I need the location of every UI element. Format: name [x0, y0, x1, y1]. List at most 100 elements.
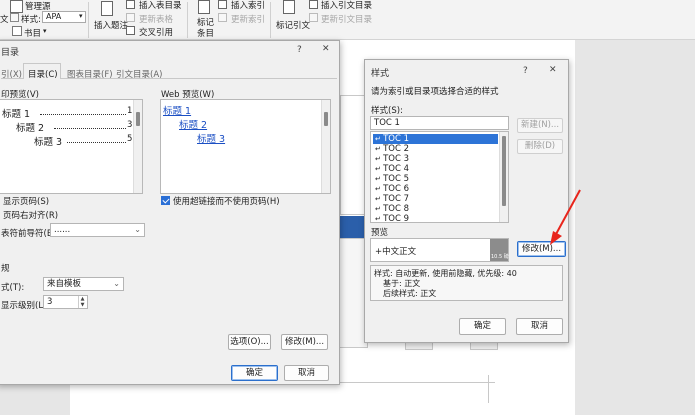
- style-list-item[interactable]: ↵ TOC 9: [373, 214, 498, 224]
- paragraph-style-icon: ↵: [375, 205, 384, 213]
- update-authorities-icon: [309, 13, 318, 22]
- style-cancel-button[interactable]: 取消: [516, 318, 563, 335]
- paragraph-style-icon: ↵: [375, 215, 384, 223]
- paragraph-style-icon: ↵: [375, 175, 384, 183]
- insert-table-of-authorities-button[interactable]: 插入引文目录: [321, 0, 372, 11]
- bibliography-chevron-icon[interactable]: ▾: [43, 27, 47, 35]
- paragraph-style-icon: ↵: [375, 195, 384, 203]
- ribbon-separator: [270, 2, 271, 38]
- toc-ok-button[interactable]: 确定: [231, 365, 278, 381]
- close-icon[interactable]: ✕: [322, 44, 330, 54]
- close-icon[interactable]: ✕: [549, 65, 557, 75]
- print-preview-scrollbar[interactable]: [133, 100, 142, 193]
- scroll-thumb[interactable]: [324, 112, 328, 126]
- delete-style-button[interactable]: 删除(D): [517, 139, 563, 154]
- formats-value: 来自模板: [47, 279, 82, 289]
- tab-table-of-authorities[interactable]: 引文目录(A): [116, 68, 162, 80]
- style-icon: [10, 13, 19, 22]
- toc-modify-button[interactable]: 修改(M)...: [281, 334, 328, 350]
- preview-size-swatch: 10.5 磅: [490, 239, 509, 261]
- web-preview-link: 标题 1: [163, 106, 192, 117]
- style-list-item[interactable]: ↵ TOC 4: [373, 164, 498, 174]
- bibliography-button[interactable]: 书目: [24, 27, 41, 39]
- tab-index[interactable]: 引(X): [1, 68, 22, 80]
- style-list-item[interactable]: ↵ TOC 7: [373, 194, 498, 204]
- update-table-of-authorities-button[interactable]: 更新引文目录: [321, 13, 372, 25]
- style-list-item[interactable]: ↵ TOC 3: [373, 154, 498, 164]
- web-preview-box: 标题 1 标题 2 标题 3: [160, 99, 331, 194]
- tab-table-of-figures[interactable]: 图表目录(F): [67, 68, 113, 80]
- tab-leader-value: ......: [54, 225, 71, 235]
- ribbon: 管理源 文 样式: APA ▾ 书目 ▾ 插入题注 插入表目录 更新表格 交叉引…: [0, 0, 695, 40]
- table-of-authorities-icon: [309, 0, 318, 9]
- page-margin-line: [488, 375, 489, 403]
- update-index-button[interactable]: 更新索引: [231, 13, 265, 25]
- web-preview-scrollbar[interactable]: [321, 100, 330, 193]
- citation-style-label: 样式:: [21, 15, 41, 25]
- toc-dialog: 目录 ? ✕ 引(X) 目录(C) 图表目录(F) 引文目录(A) 印预览(V)…: [0, 40, 340, 385]
- style-dialog-title: 样式: [371, 69, 390, 79]
- formats-label: 式(T):: [1, 283, 25, 293]
- update-index-icon: [218, 13, 227, 22]
- chevron-down-icon: ⌄: [113, 279, 120, 288]
- style-list-item[interactable]: ↵ TOC 1: [373, 134, 498, 144]
- print-preview-entry: 标题 1 1: [2, 106, 133, 120]
- web-preview-link: 标题 3: [197, 134, 226, 145]
- ribbon-text-fragment: 文: [0, 15, 9, 25]
- help-button[interactable]: ?: [297, 45, 302, 55]
- paragraph-style-icon: ↵: [375, 145, 384, 153]
- formats-select[interactable]: 来自模板 ⌄: [43, 277, 124, 291]
- paragraph-style-icon: ↵: [375, 185, 384, 193]
- style-preview-box: +中文正文 10.5 磅: [370, 238, 509, 262]
- style-list-item[interactable]: ↵ TOC 8: [373, 204, 498, 214]
- show-levels-stepper[interactable]: 3 ▲ ▼: [43, 295, 88, 309]
- mark-citation-button[interactable]: 标记引文: [276, 19, 310, 31]
- style-list-item[interactable]: ↵ TOC 2: [373, 144, 498, 154]
- toc-cancel-button[interactable]: 取消: [284, 365, 329, 381]
- manage-sources-icon: [10, 0, 23, 13]
- toc-dialog-title: 目录: [1, 48, 20, 58]
- cross-reference-button[interactable]: 交叉引用: [139, 26, 173, 38]
- preview-label: 预览: [371, 228, 389, 238]
- background-window-fragment: [340, 95, 365, 215]
- scroll-thumb[interactable]: [502, 136, 506, 206]
- style-description-line: 后续样式: 正文: [383, 289, 437, 298]
- insert-index-button[interactable]: 插入索引: [231, 0, 265, 11]
- show-page-numbers-checkbox[interactable]: 显示页码(S): [3, 195, 49, 207]
- style-dialog: 样式 ? ✕ 请为索引或目录项选择合适的样式 样式(S): TOC 1 ↵ TO…: [364, 59, 569, 343]
- style-list-item[interactable]: ↵ TOC 5: [373, 174, 498, 184]
- style-ok-button[interactable]: 确定: [459, 318, 506, 335]
- update-table-button[interactable]: 更新表格: [139, 13, 173, 25]
- stepper-down-icon[interactable]: ▼: [78, 302, 86, 308]
- style-description-box: 样式: 自动更新, 使用前隐藏, 优先级: 40 基于: 正文 后续样式: 正文: [370, 265, 563, 301]
- general-group-label: 规: [1, 264, 10, 274]
- background-window-fragment: [340, 216, 366, 238]
- use-hyperlinks-checkbox[interactable]: [161, 196, 170, 205]
- tab-leader-select[interactable]: ...... ⌄: [50, 223, 145, 237]
- preview-size-text: 10.5 磅: [491, 254, 509, 260]
- update-table-icon: [126, 13, 135, 22]
- styles-list[interactable]: ↵ TOC 1 ↵ TOC 2 ↵ TOC 3 ↵ TOC 4 ↵ TOC 5 ↵ TOC…: [370, 131, 509, 224]
- table-of-figures-icon: [126, 0, 135, 9]
- paragraph-style-icon: ↵: [375, 155, 384, 163]
- styles-label: 样式(S):: [371, 106, 403, 116]
- tab-toc[interactable]: 目录(C): [28, 68, 58, 81]
- citation-style-chevron-icon[interactable]: ▾: [79, 12, 83, 20]
- style-list-item[interactable]: ↵ TOC 6: [373, 184, 498, 194]
- scroll-thumb[interactable]: [136, 112, 140, 126]
- options-button[interactable]: 选项(O)...: [228, 334, 271, 350]
- style-name-input[interactable]: TOC 1: [370, 116, 509, 130]
- cross-reference-icon: [126, 26, 135, 35]
- use-hyperlinks-label: 使用超链接而不使用页码(H): [173, 197, 280, 207]
- new-style-button[interactable]: 新建(N)...: [517, 118, 563, 133]
- insert-table-of-figures-button[interactable]: 插入表目录: [139, 0, 182, 11]
- help-button[interactable]: ?: [523, 66, 528, 76]
- mark-entry-button-line2: 条目: [197, 29, 215, 39]
- styles-list-scrollbar[interactable]: [499, 132, 508, 222]
- print-preview-entry: 标题 3 5: [34, 134, 133, 148]
- paragraph-style-icon: ↵: [375, 165, 384, 173]
- insert-caption-button[interactable]: 插入题注: [94, 19, 128, 31]
- insert-index-icon: [218, 0, 227, 9]
- right-align-page-numbers-checkbox[interactable]: 页码右对齐(R): [3, 209, 58, 221]
- instruction-text: 请为索引或目录项选择合适的样式: [371, 87, 499, 97]
